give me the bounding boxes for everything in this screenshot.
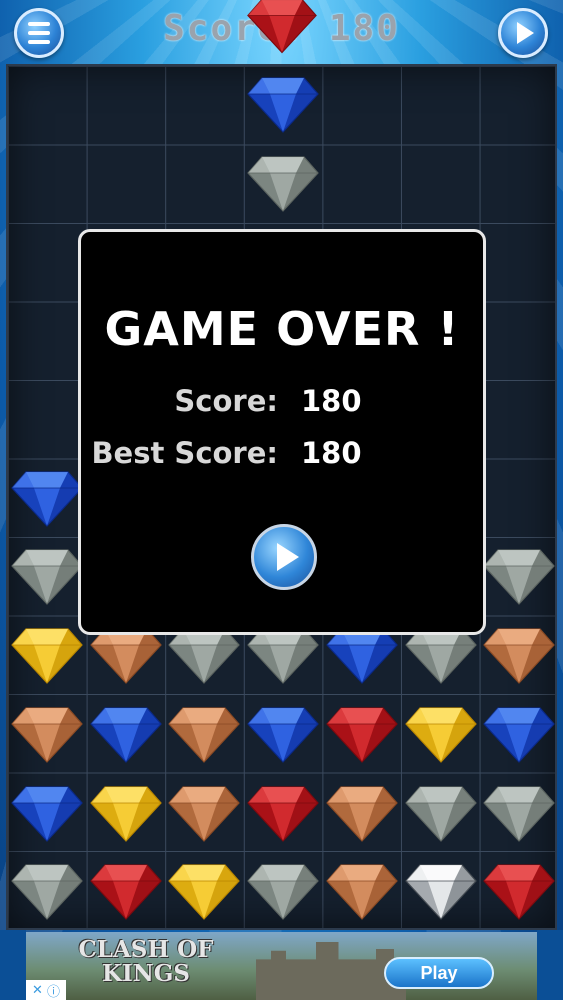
gray-gem[interactable] xyxy=(244,153,322,215)
gray-gem[interactable] xyxy=(402,783,480,845)
yellow-gem[interactable] xyxy=(8,625,86,687)
close-icon[interactable]: ✕ xyxy=(32,982,43,998)
diamond-gem[interactable] xyxy=(402,861,480,923)
blue-gem[interactable] xyxy=(480,704,558,766)
blue-gem[interactable] xyxy=(8,468,86,530)
copper-gem[interactable] xyxy=(8,704,86,766)
best-score-label: Best Score: xyxy=(91,436,278,470)
replay-button[interactable] xyxy=(251,524,317,590)
ad-title-line1: CLASH OF xyxy=(78,936,214,963)
yellow-gem[interactable] xyxy=(87,783,165,845)
blue-gem[interactable] xyxy=(244,704,322,766)
red-gem[interactable] xyxy=(323,704,401,766)
ad-play-button[interactable]: Play xyxy=(384,957,494,989)
blue-gem[interactable] xyxy=(8,783,86,845)
info-icon[interactable]: ⓘ xyxy=(47,981,60,1000)
score-label: Score: xyxy=(174,384,278,418)
play-icon xyxy=(517,22,534,44)
blue-gem[interactable] xyxy=(87,704,165,766)
copper-gem[interactable] xyxy=(165,704,243,766)
gray-gem[interactable] xyxy=(244,861,322,923)
blue-gem[interactable] xyxy=(244,74,322,136)
ad-choices[interactable]: ✕ ⓘ xyxy=(26,980,66,1000)
yellow-gem[interactable] xyxy=(165,861,243,923)
copper-gem[interactable] xyxy=(323,861,401,923)
yellow-gem[interactable] xyxy=(402,704,480,766)
copper-gem[interactable] xyxy=(165,783,243,845)
gray-gem[interactable] xyxy=(480,546,558,608)
falling-gem xyxy=(244,0,320,54)
play-icon xyxy=(276,543,299,571)
red-gem[interactable] xyxy=(480,861,558,923)
ad-banner[interactable]: CLASH OF KINGS Play xyxy=(26,932,537,1000)
ad-title-line2: KINGS xyxy=(101,960,191,987)
game-over-title: GAME OVER ! xyxy=(104,302,460,356)
score-value: 180 xyxy=(301,384,362,418)
copper-gem[interactable] xyxy=(323,783,401,845)
gray-gem[interactable] xyxy=(8,546,86,608)
ad-title: CLASH OF KINGS xyxy=(66,938,226,986)
best-score-value: 180 xyxy=(301,436,362,470)
ad-side-strip-left xyxy=(0,930,26,1000)
game-over-dialog: GAME OVER ! Score: 180 Best Score: 180 xyxy=(78,229,486,635)
red-gem[interactable] xyxy=(244,783,322,845)
gray-gem[interactable] xyxy=(480,783,558,845)
red-gem[interactable] xyxy=(87,861,165,923)
play-button-top[interactable] xyxy=(498,8,548,58)
ad-side-strip-right xyxy=(537,930,563,1000)
gray-gem[interactable] xyxy=(8,861,86,923)
copper-gem[interactable] xyxy=(480,625,558,687)
